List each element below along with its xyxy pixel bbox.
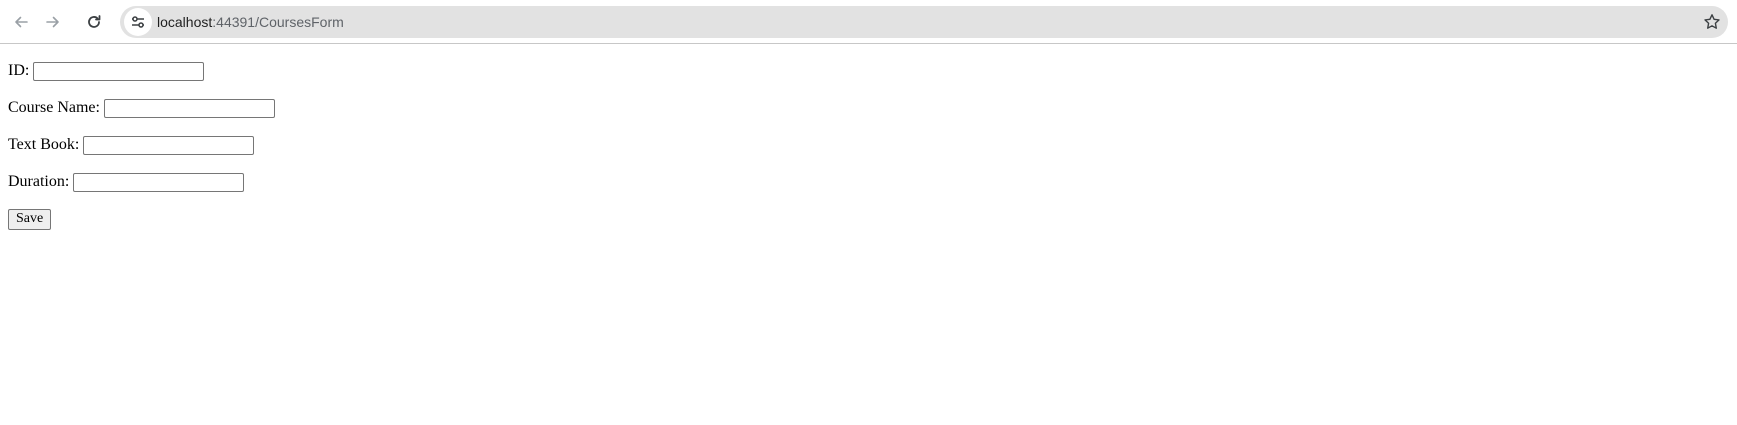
save-row: Save [8,208,275,230]
site-info-button[interactable] [124,8,152,36]
course-name-label: Course Name: [8,99,100,116]
address-bar[interactable]: localhost:44391/CoursesForm [120,6,1728,38]
url-host: localhost [157,14,213,30]
star-icon [1704,14,1720,29]
reload-icon [88,15,101,28]
text-book-row: Text Book: [8,134,275,156]
id-label: ID: [8,62,30,79]
back-button[interactable] [7,8,35,36]
duration-label: Duration: [8,173,70,190]
arrow-right-icon [46,16,59,28]
url-text[interactable]: localhost:44391/CoursesForm [157,6,344,38]
course-name-input[interactable] [103,98,275,118]
tune-icon [132,16,144,28]
bookmark-star-button[interactable] [1700,10,1724,34]
id-input[interactable] [33,61,205,81]
reload-button[interactable] [80,8,108,36]
course-name-row: Course Name: [8,97,275,119]
browser-toolbar: localhost:44391/CoursesForm [0,0,1737,44]
courses-form: ID: Course Name: Text Book: Duration: Sa… [8,60,275,245]
url-path: :44391/CoursesForm [212,14,344,30]
forward-button[interactable] [39,8,67,36]
save-button[interactable]: Save [8,208,52,230]
duration-input[interactable] [73,172,245,192]
duration-row: Duration: [8,171,275,193]
text-book-label: Text Book: [8,136,80,153]
arrow-left-icon [15,16,28,28]
text-book-input[interactable] [83,135,255,155]
id-row: ID: [8,60,275,82]
